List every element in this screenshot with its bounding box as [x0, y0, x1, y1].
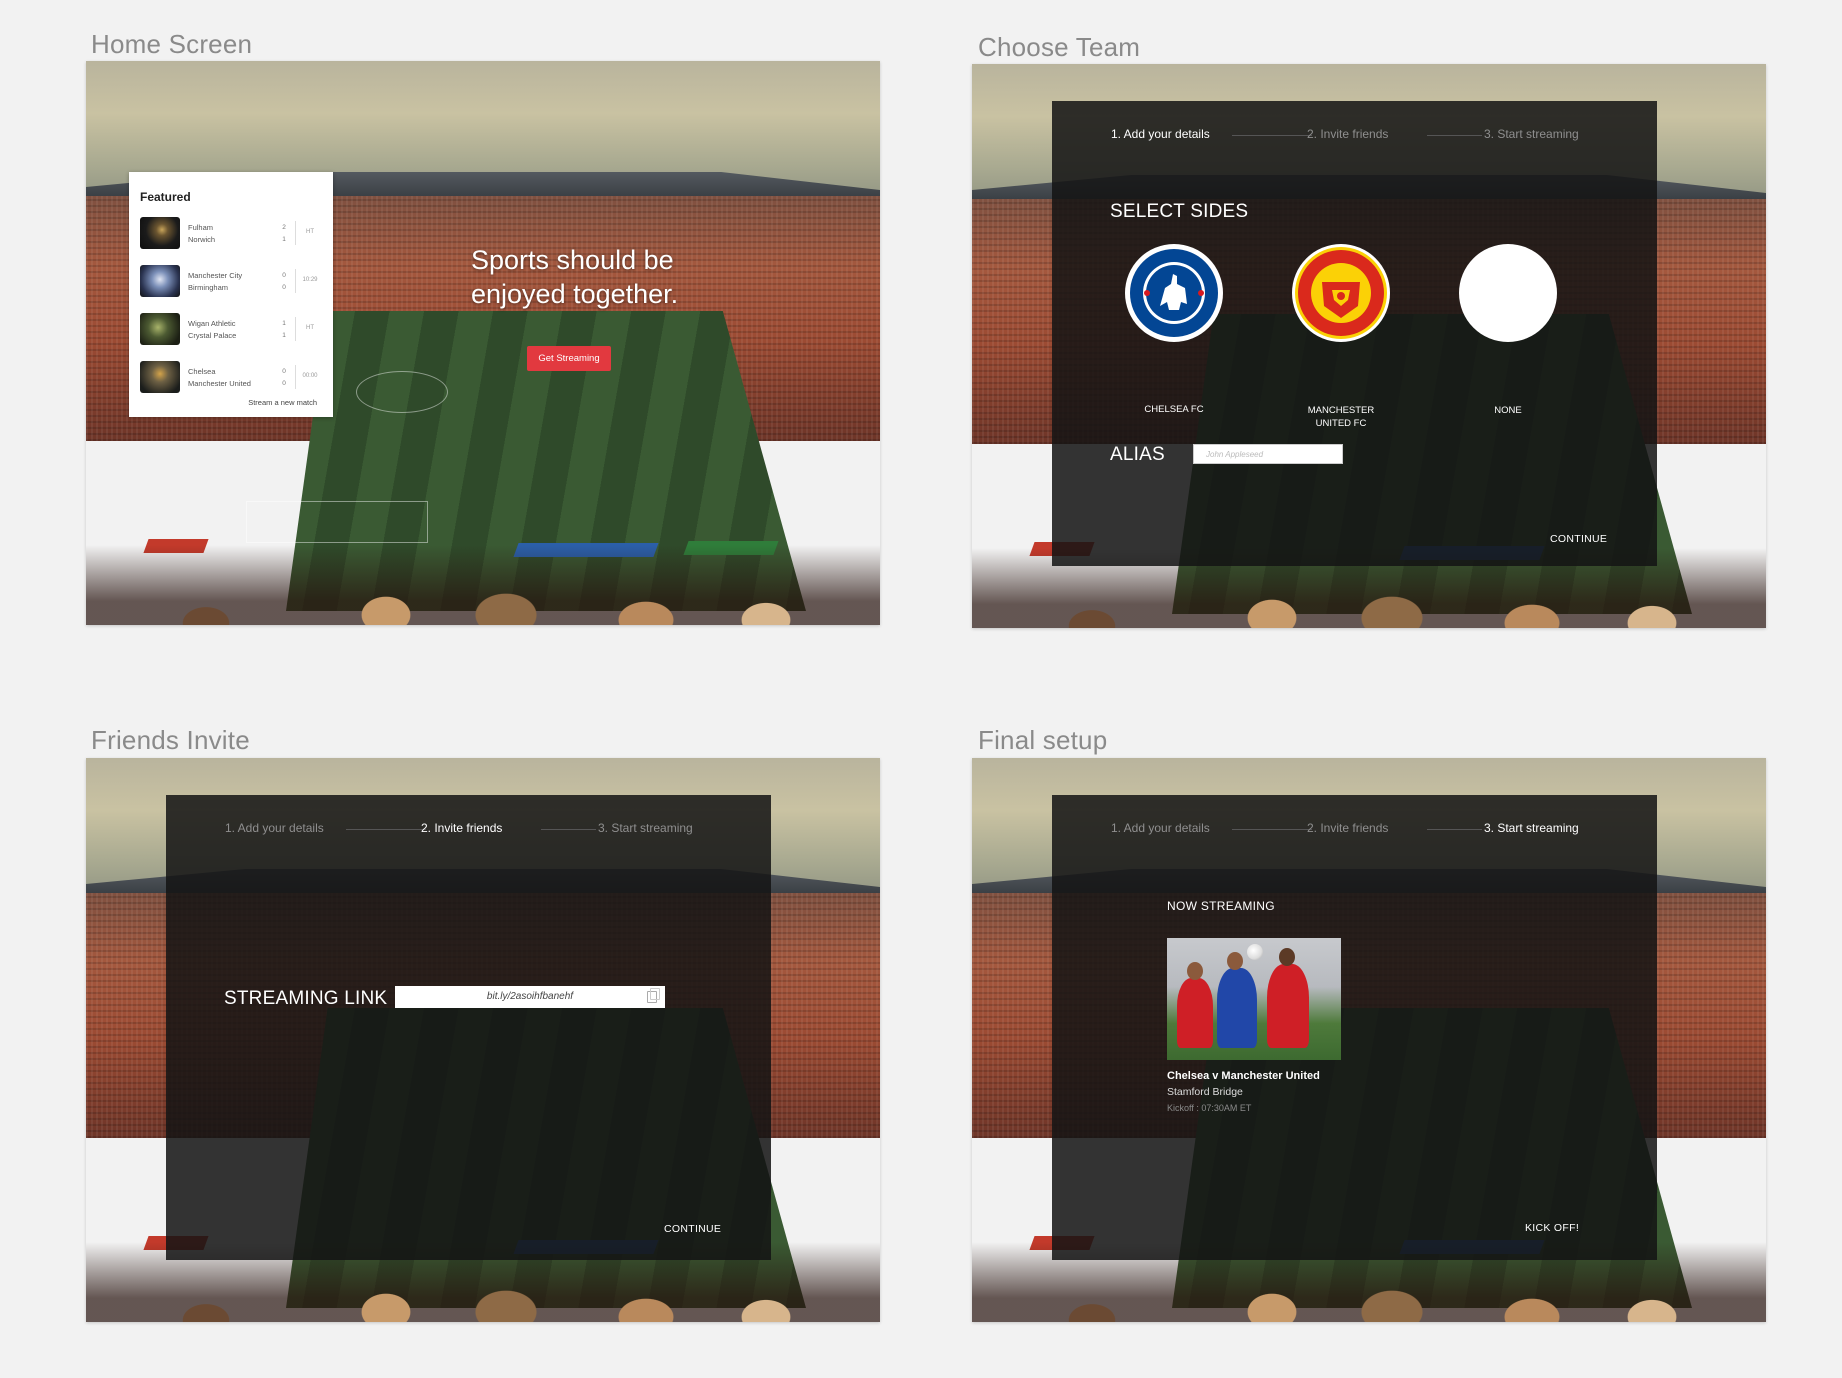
chelsea-crest-icon[interactable] — [1125, 244, 1223, 342]
match-score: 00 — [282, 368, 286, 387]
kick-off-button[interactable]: KICK OFF! — [1525, 1222, 1579, 1234]
match-time: 10:29 — [302, 277, 318, 283]
featured-title: Featured — [140, 190, 191, 204]
select-sides-label: SELECT SIDES — [1110, 201, 1249, 222]
step-invite-friends[interactable]: 2. Invite friends — [1307, 821, 1388, 835]
manchester-united-crest-icon[interactable] — [1292, 244, 1390, 342]
step-start-streaming[interactable]: 3. Start streaming — [598, 821, 693, 835]
team-name-manchester-united: MANCHESTER UNITED FC — [1307, 405, 1375, 429]
step-add-details[interactable]: 1. Add your details — [225, 821, 324, 835]
board-title-choose-team: Choose Team — [978, 32, 1141, 62]
match-thumbnail — [140, 313, 180, 345]
board-title-friends-invite: Friends Invite — [91, 725, 250, 755]
get-streaming-button[interactable]: Get Streaming — [527, 346, 611, 371]
streaming-link-field[interactable]: bit.ly/2asoihfbanehf — [395, 986, 665, 1008]
stream-new-match-link[interactable]: Stream a new match — [248, 398, 317, 407]
friends-invite-screen: 1. Add your details 2. Invite friends 3.… — [86, 758, 880, 1322]
none-circle-icon[interactable] — [1459, 244, 1557, 342]
match-venue: Stamford Bridge — [1167, 1086, 1243, 1098]
team-name-chelsea: CHELSEA FC — [1144, 404, 1204, 415]
streaming-link-value: bit.ly/2asoihfbanehf — [486, 991, 574, 1002]
match-thumbnail — [140, 361, 180, 393]
match-thumbnail — [140, 217, 180, 249]
match-kickoff-time: Kickoff : 07:30AM ET — [1167, 1103, 1252, 1113]
match-row[interactable]: Chelsea Manchester United 00 00:00 — [140, 361, 322, 395]
wizard-steps: 1. Add your details 2. Invite friends 3.… — [166, 821, 771, 841]
streaming-link-label: STREAMING LINK — [224, 988, 388, 1009]
match-teams: Chelsea Manchester United — [188, 367, 251, 388]
now-streaming-label: NOW STREAMING — [1167, 899, 1275, 913]
copy-icon[interactable] — [647, 988, 660, 1003]
match-score: 11 — [282, 320, 286, 339]
wizard-panel: 1. Add your details 2. Invite friends 3.… — [166, 795, 771, 1260]
wizard-steps: 1. Add your details 2. Invite friends 3.… — [1052, 127, 1657, 147]
step-start-streaming[interactable]: 3. Start streaming — [1484, 127, 1579, 141]
continue-button[interactable]: CONTINUE — [664, 1223, 721, 1235]
alias-label: ALIAS — [1110, 444, 1165, 465]
hero-headline: Sports should be enjoyed together. — [471, 245, 679, 309]
choose-team-screen: 1. Add your details 2. Invite friends 3.… — [972, 64, 1766, 628]
board-title-final-setup: Final setup — [978, 725, 1108, 755]
match-thumbnail — [140, 265, 180, 297]
match-time: HT — [306, 325, 314, 331]
match-time: 00:00 — [302, 373, 318, 379]
step-add-details[interactable]: 1. Add your details — [1111, 127, 1210, 141]
match-time: HT — [306, 229, 314, 235]
step-invite-friends[interactable]: 2. Invite friends — [1307, 127, 1388, 141]
match-teams: Wigan Athletic Crystal Palace — [188, 319, 237, 340]
final-setup-screen: 1. Add your details 2. Invite friends 3.… — [972, 758, 1766, 1322]
match-score: 00 — [282, 272, 286, 291]
match-row[interactable]: Manchester City Birmingham 00 10:29 — [140, 265, 322, 299]
match-teams: Manchester City Birmingham — [188, 271, 243, 292]
board-title-home: Home Screen — [91, 29, 253, 59]
match-row[interactable]: Wigan Athletic Crystal Palace 11 HT — [140, 313, 322, 347]
step-add-details[interactable]: 1. Add your details — [1111, 821, 1210, 835]
match-photo — [1167, 938, 1341, 1060]
wizard-panel: 1. Add your details 2. Invite friends 3.… — [1052, 795, 1657, 1260]
home-screen: Featured Fulham Norwich 21 HT Manchester … — [86, 61, 880, 625]
continue-button[interactable]: CONTINUE — [1550, 533, 1607, 545]
match-title: Chelsea v Manchester United — [1167, 1070, 1320, 1082]
wizard-steps: 1. Add your details 2. Invite friends 3.… — [1052, 821, 1657, 841]
step-invite-friends[interactable]: 2. Invite friends — [421, 821, 502, 835]
featured-card: Featured Fulham Norwich 21 HT Manchester … — [129, 172, 333, 417]
match-row[interactable]: Fulham Norwich 21 HT — [140, 217, 322, 251]
step-start-streaming[interactable]: 3. Start streaming — [1484, 821, 1579, 835]
alias-input[interactable]: John Appleseed — [1193, 444, 1343, 464]
match-teams: Fulham Norwich — [188, 223, 216, 244]
wizard-panel: 1. Add your details 2. Invite friends 3.… — [1052, 101, 1657, 566]
team-name-none: NONE — [1494, 405, 1522, 416]
match-score: 21 — [282, 224, 286, 243]
